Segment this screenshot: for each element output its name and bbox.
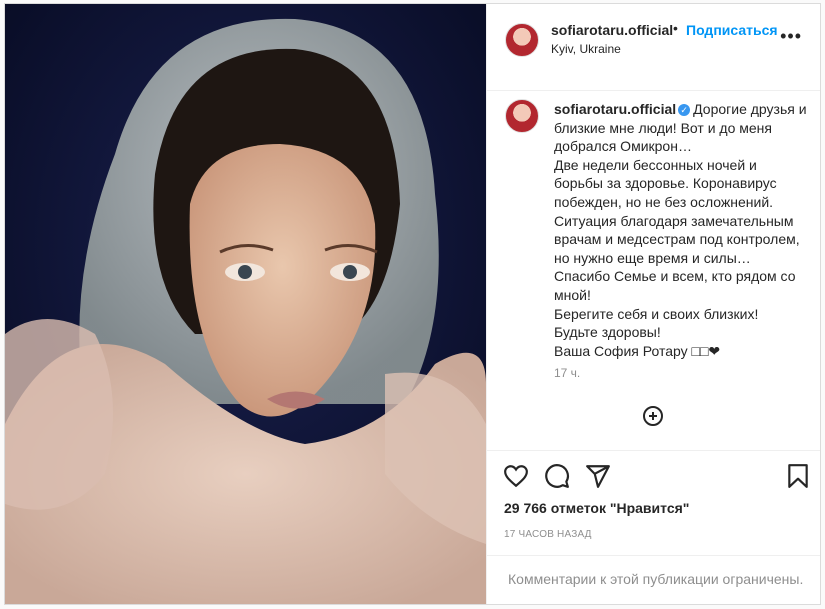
likes-count[interactable]: 29 766 отметок "Нравится" <box>504 500 689 516</box>
post-sidebar: sofiarotaru.official • Подписаться Kyiv,… <box>486 4 820 604</box>
caption-username[interactable]: sofiarotaru.official <box>554 101 676 117</box>
caption-area: sofiarotaru.official ✓ Дорогие друзья и бл… <box>487 91 820 441</box>
caption-line: побежден, но не без осложнений. <box>554 193 774 210</box>
share-icon[interactable] <box>585 463 611 489</box>
separator-dot: • <box>673 20 678 36</box>
caption-line: близкие мне люди! Вот и до меня <box>554 119 772 136</box>
caption-line: но нужно еще время и силы… <box>554 249 751 266</box>
caption-line: добрался Омикрон… <box>554 138 692 155</box>
comments-restricted-bar: Комментарии к этой публикации ограничены… <box>487 555 820 605</box>
caption-avatar[interactable] <box>505 99 539 133</box>
avatar[interactable] <box>505 23 539 57</box>
caption-line: врачам и медсестрам под контролем, <box>554 231 800 248</box>
caption-line: Ваша София Ротару □□❤ <box>554 342 721 359</box>
caption-line: Берегите себя и своих близких! <box>554 305 759 322</box>
post-header: sofiarotaru.official • Подписаться Kyiv,… <box>487 4 820 91</box>
caption-line: мной! <box>554 286 591 303</box>
caption-line: Дорогие друзья и <box>693 101 807 117</box>
caption-text: sofiarotaru.official ✓ Дорогие друзья и бл… <box>554 100 816 360</box>
location-link[interactable]: Kyiv, Ukraine <box>551 42 621 56</box>
comment-icon[interactable] <box>544 463 570 489</box>
portrait-image <box>5 4 486 604</box>
post-timestamp[interactable]: 17 ЧАСОВ НАЗАД <box>504 529 592 540</box>
caption-line: Две недели бессонных ночей и <box>554 156 757 173</box>
caption-line: Ситуация благодаря замечательным <box>554 212 794 229</box>
bookmark-icon[interactable] <box>785 463 811 489</box>
post-card: sofiarotaru.official • Подписаться Kyiv,… <box>4 3 821 605</box>
comments-restricted-notice: Комментарии к этой публикации ограничены… <box>508 571 804 587</box>
more-options-icon[interactable]: ••• <box>780 26 802 47</box>
heart-icon[interactable] <box>503 463 529 489</box>
caption-timestamp: 17 ч. <box>554 366 581 380</box>
plus-circle-icon[interactable] <box>643 406 663 426</box>
caption-line: Будьте здоровы! <box>554 324 661 341</box>
post-photo[interactable] <box>5 4 486 604</box>
verified-badge-icon: ✓ <box>678 104 691 116</box>
caption-line: Спасибо Семье и всем, кто рядом со <box>554 268 796 285</box>
follow-button[interactable]: Подписаться <box>686 22 778 38</box>
author-username[interactable]: sofiarotaru.official <box>551 22 673 38</box>
caption-line: борьбы за здоровье. Коронавирус <box>554 175 777 192</box>
